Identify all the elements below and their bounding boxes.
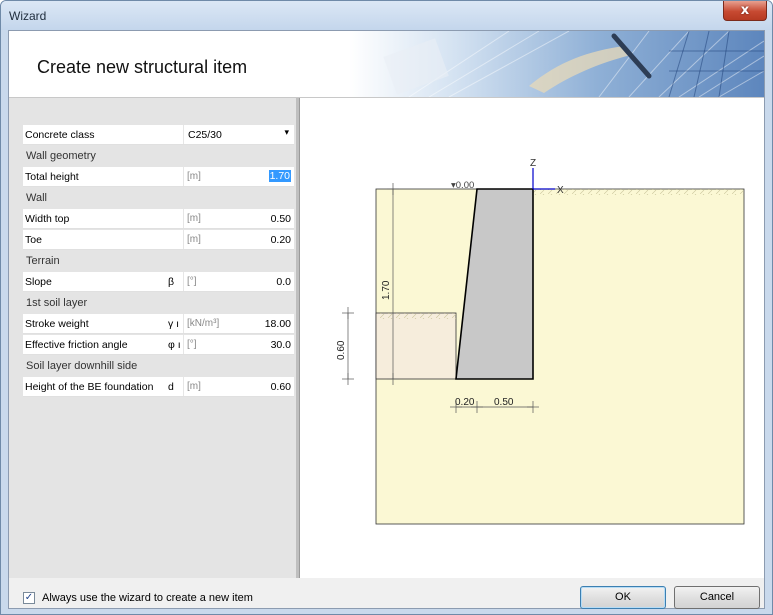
total-height-row[interactable]: Total height [m] 1.70 [23, 167, 294, 187]
coordinate-axes [532, 168, 555, 190]
retaining-wall-drawing: Z X ▾0.00 1.70 0.60 0.20 0.50 [336, 158, 745, 525]
group-terrain[interactable]: Terrain [23, 251, 294, 271]
foundation-height-input[interactable]: 0.60 [271, 381, 291, 393]
axis-x-label: X [557, 185, 564, 196]
axis-z-label: Z [530, 158, 536, 169]
concrete-class-row[interactable]: Concrete class C25/30 ▾ [23, 125, 294, 145]
group-wall[interactable]: Wall [23, 188, 294, 208]
close-button[interactable]: x [723, 1, 767, 21]
group-soil-downhill[interactable]: Soil layer downhill side [23, 356, 294, 376]
dim-height-label: 1.70 [381, 280, 392, 300]
title-bar[interactable]: Wizard x [1, 1, 772, 30]
surface-hatch-downhill [378, 313, 456, 319]
always-use-wizard-label[interactable]: Always use the wizard to create a new it… [42, 592, 253, 604]
slope-row[interactable]: Slope β [°] 0.0 [23, 272, 294, 292]
dialog-footer: ✓ Always use the wizard to create a new … [9, 578, 764, 609]
wall-preview-canvas: Z X ▾0.00 1.70 0.60 0.20 0.50 [299, 98, 764, 578]
soil-downhill [375, 312, 457, 380]
foundation-height-row[interactable]: Height of the BE foundation d [m] 0.60 [23, 377, 294, 397]
concrete-class-label: Concrete class [25, 129, 95, 141]
width-top-row[interactable]: Width top [m] 0.50 [23, 209, 294, 229]
always-use-wizard-checkbox[interactable]: ✓ [23, 592, 35, 604]
ok-button[interactable]: OK [580, 586, 666, 609]
dim-foundation-label: 0.60 [336, 340, 347, 360]
wizard-header: Create new structural item [9, 31, 764, 98]
window-title: Wizard [9, 9, 47, 23]
wizard-window: Wizard x Create new structural item Conc… [0, 0, 773, 615]
dialog-client: Create new structural item Concrete clas… [8, 30, 765, 609]
friction-angle-row[interactable]: Effective friction angle φ ı [°] 30.0 [23, 335, 294, 355]
dropdown-arrow-icon[interactable]: ▾ [284, 127, 289, 138]
toe-input[interactable]: 0.20 [271, 234, 291, 246]
dim-width-label: 0.50 [494, 397, 514, 408]
stroke-weight-input[interactable]: 18.00 [265, 318, 291, 330]
dim-toe-label: 0.20 [455, 397, 475, 408]
surface-hatch-uphill [533, 189, 743, 195]
friction-angle-input[interactable]: 30.0 [271, 339, 291, 351]
property-grid: Concrete class C25/30 ▾ Wall geometry To… [9, 98, 296, 578]
cancel-button[interactable]: Cancel [674, 586, 760, 609]
width-top-input[interactable]: 0.50 [271, 213, 291, 225]
stroke-weight-row[interactable]: Stroke weight γ ı [kN/m³] 18.00 [23, 314, 294, 334]
total-height-input[interactable]: 1.70 [268, 170, 291, 182]
group-soil-layer-1[interactable]: 1st soil layer [23, 293, 294, 313]
toe-row[interactable]: Toe [m] 0.20 [23, 230, 294, 250]
level-label: ▾0.00 [451, 180, 474, 191]
close-icon: x [740, 3, 750, 18]
group-wall-geometry[interactable]: Wall geometry [23, 146, 294, 166]
slope-input[interactable]: 0.0 [276, 276, 291, 288]
header-banner-image [349, 31, 764, 97]
page-title: Create new structural item [37, 57, 248, 77]
concrete-class-select[interactable]: C25/30 [188, 129, 222, 141]
